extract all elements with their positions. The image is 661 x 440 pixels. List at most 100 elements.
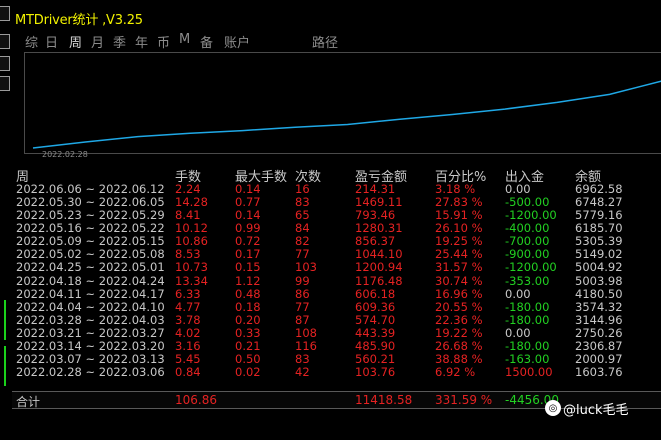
table-row: 2022.03.28 ~ 2022.04.03 3.78 0.20 87 574.70 2… [12,313,661,327]
cell-count: 99 [295,273,310,288]
cell-pl: 856.37 [355,234,396,249]
cell-lots: 4.77 [175,299,201,314]
cell-balance: 3144.96 [575,312,623,327]
cell-count: 16 [295,182,310,196]
cell-pl: 609.36 [355,299,396,314]
cell-flow: -400.00 [505,221,550,236]
menu-item[interactable]: 年 [135,32,148,51]
cell-pl: 1469.11 [355,195,403,210]
cell-count: 103 [295,260,317,275]
chart-left-edge [0,0,12,440]
cell-count: 82 [295,234,310,249]
cell-balance: 5779.16 [575,208,623,223]
cell-pct: 3.18 % [435,182,476,196]
cell-count: 86 [295,286,310,301]
cell-pct: 16.96 % [435,286,483,301]
cell-week: 2022.04.18 ~ 2022.04.24 [16,273,165,288]
cell-flow: -180.00 [505,299,550,314]
cell-flow: -353.00 [505,273,550,288]
cell-lots: 3.16 [175,338,201,353]
cell-max-lot: 0.77 [235,195,261,210]
cell-max-lot: 0.48 [235,286,261,301]
cell-count: 108 [295,325,317,340]
cell-balance: 3574.32 [575,299,623,314]
cell-week: 2022.03.07 ~ 2022.03.13 [16,352,165,367]
cell-balance: 2750.26 [575,325,623,340]
cell-max-lot: 0.99 [235,221,261,236]
cell-week: 2022.05.16 ~ 2022.05.22 [16,221,165,236]
side-tab-icon[interactable] [0,34,10,49]
cell-balance: 4180.50 [575,286,623,301]
cell-week: 2022.05.30 ~ 2022.06.05 [16,195,165,210]
cell-lots: 13.34 [175,273,208,288]
cell-pl: 1176.48 [355,273,403,288]
cell-flow: -180.00 [505,312,550,327]
cell-count: 116 [295,338,317,353]
menu-item[interactable]: M [179,32,190,47]
cell-week: 2022.05.02 ~ 2022.05.08 [16,247,165,262]
menu-item[interactable]: 月 [91,32,104,51]
cell-lots: 10.73 [175,260,208,275]
cell-flow: 0.00 [505,325,531,340]
table-row: 2022.05.30 ~ 2022.06.05 14.28 0.77 83 1469.1… [12,195,661,209]
cell-pct: 31.57 % [435,260,483,275]
price-bar [4,300,6,340]
cell-balance: 2306.87 [575,338,623,353]
cell-count: 77 [295,247,310,262]
cell-flow: -1200.00 [505,260,557,275]
cell-pct: 27.83 % [435,195,483,210]
cell-count: 65 [295,208,310,223]
table-row: 2022.03.21 ~ 2022.03.27 4.02 0.33 108 443.39… [12,326,661,340]
menu-item[interactable]: 备 [200,32,213,51]
total-label: 合计 [16,395,41,409]
table-row: 2022.05.16 ~ 2022.05.22 10.12 0.99 84 1280.3… [12,221,661,235]
cell-pl: 443.39 [355,325,396,340]
menu-item[interactable]: 日 [45,32,58,51]
table-row: 2022.04.04 ~ 2022.04.10 4.77 0.18 77 609.36 2… [12,300,661,314]
cell-week: 2022.02.28 ~ 2022.03.06 [16,365,165,380]
cell-lots: 2.24 [175,182,201,196]
cell-pl: 485.90 [355,338,396,353]
cell-lots: 14.28 [175,195,208,210]
watermark: ◎ @luck毛毛 [545,397,629,419]
cell-pct: 6.92 % [435,365,476,380]
cell-lots: 4.02 [175,325,201,340]
cell-max-lot: 0.20 [235,312,261,327]
cell-max-lot: 0.33 [235,325,261,340]
menu-item[interactable]: 综 [25,32,38,51]
cell-balance: 1603.76 [575,365,623,380]
menu-item[interactable]: 周 [69,32,82,51]
cell-pct: 22.36 % [435,312,483,327]
cell-pl: 1200.94 [355,260,403,275]
cell-week: 2022.04.25 ~ 2022.05.01 [16,260,165,275]
cell-balance: 2000.97 [575,352,623,367]
table-row: 2022.06.06 ~ 2022.06.12 2.24 0.14 16 214.31 3… [12,182,661,196]
cell-max-lot: 0.21 [235,338,261,353]
cell-pl: 606.18 [355,286,396,301]
cell-flow: -180.00 [505,338,550,353]
cell-balance: 5305.39 [575,234,623,249]
menu-item[interactable]: 账户 [224,32,250,51]
cell-lots: 10.86 [175,234,208,249]
menu-bar: 综日周月季年币 M 备账户 路径 [12,30,661,52]
cell-lots: 10.12 [175,221,208,236]
cell-week: 2022.03.21 ~ 2022.03.27 [16,325,165,340]
cell-lots: 3.78 [175,312,201,327]
side-tab-icon[interactable] [0,6,10,21]
equity-curve-svg [32,80,661,149]
table-row: 2022.05.09 ~ 2022.05.15 10.86 0.72 82 856.37… [12,234,661,248]
menu-item[interactable]: 路径 [312,32,338,51]
cell-max-lot: 0.15 [235,260,261,275]
cell-count: 87 [295,312,310,327]
menu-item[interactable]: 季 [113,32,126,51]
cell-balance: 5004.92 [575,260,623,275]
stats-panel: MTDriver统计 ,V3.25 综日周月季年币 M 备账户 路径 2022.02.… [12,0,661,440]
total-lots: 106.86 [175,393,217,407]
cell-max-lot: 0.17 [235,247,261,262]
side-tab-icon[interactable] [0,56,10,71]
cell-max-lot: 0.14 [235,208,261,223]
menu-item[interactable]: 币 [157,32,170,51]
cell-week: 2022.03.14 ~ 2022.03.20 [16,338,165,353]
side-tab-icon[interactable] [0,76,10,91]
cell-week: 2022.05.09 ~ 2022.05.15 [16,234,165,249]
